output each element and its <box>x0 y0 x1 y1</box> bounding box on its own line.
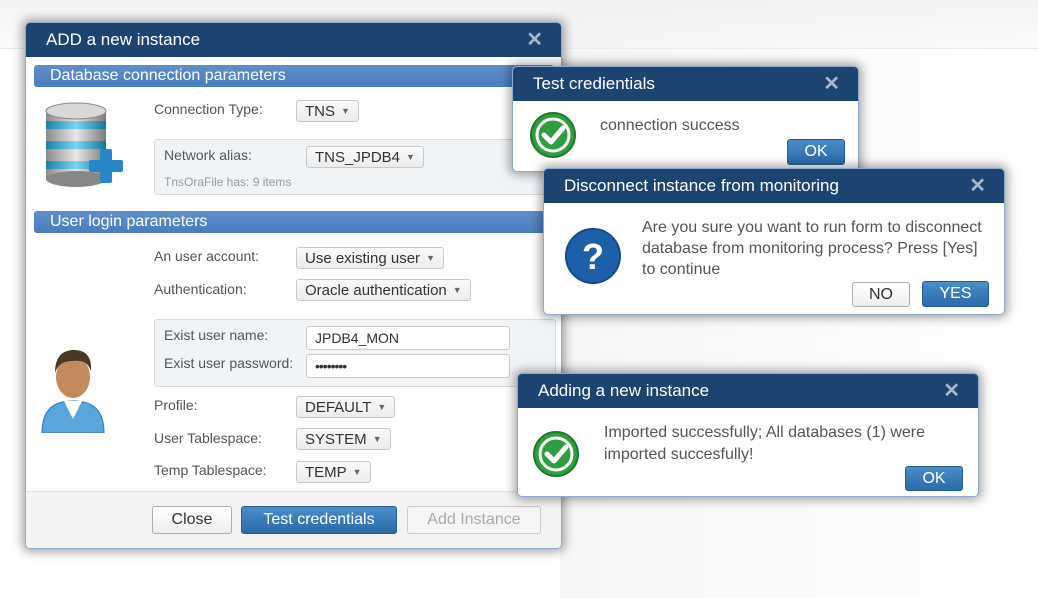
user-tablespace-value: SYSTEM <box>305 431 367 448</box>
profile-value: DEFAULT <box>305 399 372 416</box>
dialog-header: Disconnect instance from monitoring ✕ <box>544 169 1004 203</box>
authentication-label: Authentication: <box>154 281 247 297</box>
tns-info-text: TnsOraFile has: 9 items <box>164 175 292 189</box>
message-text: Imported successfully; All databases (1)… <box>604 424 926 463</box>
add-instance-button[interactable]: Add Instance <box>407 506 541 534</box>
message-text: connection success <box>600 117 740 134</box>
close-button[interactable]: Close <box>152 506 232 534</box>
no-button[interactable]: NO <box>852 282 910 307</box>
test-credentials-dialog: Test credientials ✕ connection success O… <box>512 66 859 172</box>
question-circle-icon: ? <box>565 228 621 284</box>
dialog-title: Test credientials <box>533 74 655 93</box>
exist-user-password-input[interactable]: •••••••• <box>306 354 510 378</box>
authentication-select[interactable]: Oracle authentication ▼ <box>296 279 471 301</box>
close-icon[interactable]: ✕ <box>969 176 986 196</box>
section-database-connection: Database connection parameters <box>34 65 554 87</box>
check-circle-icon <box>533 431 579 477</box>
message-text: Are you sure you want to run form to dis… <box>642 219 982 278</box>
dialog-body: Database connection parameters Connectio… <box>26 57 561 548</box>
network-alias-value: TNS_JPDB4 <box>315 149 401 166</box>
exist-user-password-label: Exist user password: <box>164 355 294 371</box>
dialog-header: ADD a new instance ✕ <box>26 23 561 57</box>
chevron-down-icon: ▼ <box>406 152 415 162</box>
add-instance-dialog: ADD a new instance ✕ Database connection… <box>25 22 562 549</box>
user-tablespace-select[interactable]: SYSTEM ▼ <box>296 428 391 450</box>
profile-select[interactable]: DEFAULT ▼ <box>296 396 396 418</box>
dialog-title: Adding a new instance <box>538 381 710 400</box>
profile-label: Profile: <box>154 397 198 413</box>
dialog-footer: Close Test credentials Add Instance <box>26 491 561 548</box>
close-icon[interactable]: ✕ <box>823 74 840 94</box>
temp-tablespace-value: TEMP <box>305 464 347 481</box>
connection-type-select[interactable]: TNS ▼ <box>296 100 359 122</box>
user-icon <box>41 350 105 433</box>
dialog-title: ADD a new instance <box>46 30 201 49</box>
exist-user-name-input[interactable]: JPDB4_MON <box>306 326 510 350</box>
disconnect-dialog: Disconnect instance from monitoring ✕ ? … <box>543 168 1005 315</box>
ok-button[interactable]: OK <box>787 139 845 165</box>
exist-user-name-label: Exist user name: <box>164 327 269 343</box>
close-icon[interactable]: ✕ <box>526 30 543 50</box>
dialog-title: Disconnect instance from monitoring <box>564 176 839 195</box>
database-add-icon <box>45 102 123 187</box>
network-alias-label: Network alias: <box>164 147 252 163</box>
test-credentials-button[interactable]: Test credentials <box>241 506 397 534</box>
adding-instance-dialog: Adding a new instance ✕ Imported success… <box>517 373 979 497</box>
section-user-login: User login parameters <box>34 211 554 233</box>
check-circle-icon <box>530 112 576 158</box>
chevron-down-icon: ▼ <box>377 402 387 412</box>
authentication-value: Oracle authentication <box>305 282 447 299</box>
user-tablespace-label: User Tablespace: <box>154 430 262 446</box>
temp-tablespace-select[interactable]: TEMP ▼ <box>296 461 371 483</box>
user-account-select[interactable]: Use existing user ▼ <box>296 247 444 269</box>
ok-button[interactable]: OK <box>905 466 963 491</box>
dialog-header: Adding a new instance ✕ <box>518 374 978 408</box>
close-icon[interactable]: ✕ <box>943 381 960 401</box>
connection-type-label: Connection Type: <box>154 101 263 117</box>
connection-type-value: TNS <box>305 103 335 120</box>
chevron-down-icon: ▼ <box>341 106 350 116</box>
chevron-down-icon: ▼ <box>426 253 435 263</box>
user-account-value: Use existing user <box>305 250 421 267</box>
dialog-header: Test credientials ✕ <box>513 67 858 101</box>
chevron-down-icon: ▼ <box>372 434 382 444</box>
user-account-label: An user account: <box>154 248 260 264</box>
yes-button[interactable]: YES <box>922 281 989 307</box>
temp-tablespace-label: Temp Tablespace: <box>154 462 267 478</box>
chevron-down-icon: ▼ <box>352 467 362 477</box>
network-alias-select[interactable]: TNS_JPDB4 ▼ <box>306 146 424 168</box>
svg-text:?: ? <box>582 236 604 277</box>
chevron-down-icon: ▼ <box>452 285 462 295</box>
